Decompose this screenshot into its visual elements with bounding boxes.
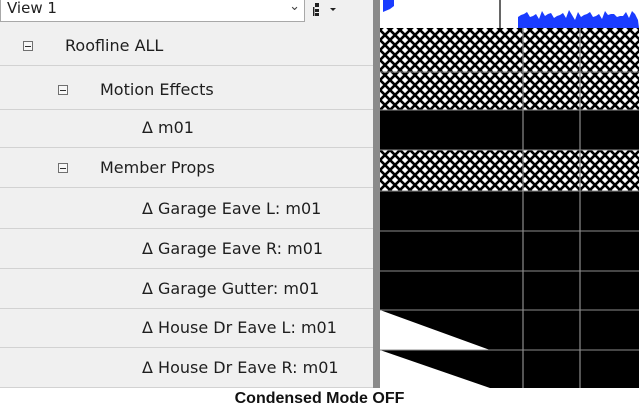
effect-block	[380, 28, 639, 72]
tree-row[interactable]: Motion Effects	[0, 72, 373, 110]
caption: Condensed Mode OFF	[234, 390, 405, 407]
tree-row-label: Roofline ALL	[65, 36, 164, 55]
model-tree-panel: View 1 ⌄ Roofline ALL Motion Effects Δ m01…	[0, 0, 373, 388]
tree-row-label: Δ House Dr Eave L: m01	[142, 318, 337, 337]
collapse-icon[interactable]	[58, 85, 68, 95]
effect-block	[380, 271, 639, 310]
tree-row-label: Δ House Dr Eave R: m01	[142, 358, 339, 377]
tree-row[interactable]: Δ House Dr Eave R: m01	[0, 350, 373, 388]
timeline-canvas	[380, 0, 639, 388]
tree-row-label: Δ m01	[142, 118, 194, 137]
tree-row-label: Motion Effects	[100, 80, 214, 99]
tree-row[interactable]: Δ Garage Eave L: m01	[0, 191, 373, 229]
tree-row[interactable]: Δ Garage Gutter: m01	[0, 271, 373, 309]
effect-block	[380, 150, 639, 191]
tree-row-label: Δ Garage Eave L: m01	[142, 199, 322, 218]
sequencer-screenshot: View 1 ⌄ Roofline ALL Motion Effects Δ m01…	[0, 0, 639, 388]
tree-row[interactable]: Roofline ALL	[0, 28, 373, 66]
tree-view-icon[interactable]	[312, 2, 342, 18]
tree-row-label: Δ Garage Gutter: m01	[142, 279, 320, 298]
collapse-icon[interactable]	[23, 41, 33, 51]
timeline-grid[interactable]	[380, 0, 639, 388]
panel-splitter[interactable]	[373, 0, 380, 388]
tree-row[interactable]: Δ m01	[0, 110, 373, 148]
effect-block	[380, 110, 639, 150]
tree-row-label: Δ Garage Eave R: m01	[142, 239, 324, 258]
tree-row[interactable]: Member Props	[0, 150, 373, 188]
tree-row-label: Member Props	[100, 158, 215, 177]
tree-row[interactable]: Δ Garage Eave R: m01	[0, 231, 373, 269]
collapse-icon[interactable]	[58, 163, 68, 173]
chevron-down-icon: ⌄	[289, 0, 300, 14]
view-selector-dropdown[interactable]: View 1 ⌄	[0, 0, 305, 22]
effect-block	[380, 72, 639, 110]
effect-block	[380, 231, 639, 271]
effect-block	[380, 191, 639, 231]
view-selector-value: View 1	[7, 0, 57, 17]
tree-row[interactable]: Δ House Dr Eave L: m01	[0, 310, 373, 348]
